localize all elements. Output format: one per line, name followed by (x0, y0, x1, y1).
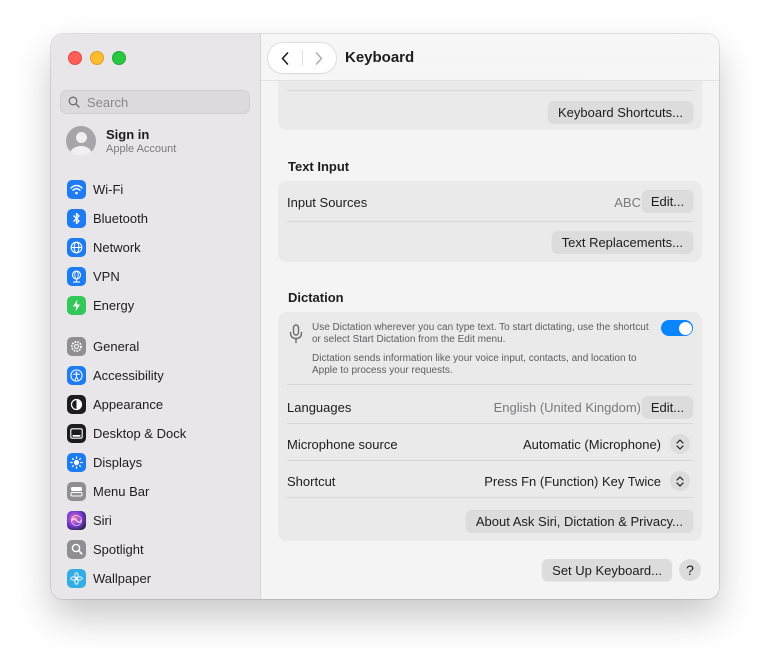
sidebar-item-label: Appearance (93, 396, 164, 412)
window-title: Keyboard (345, 49, 415, 66)
gear-icon (67, 336, 86, 356)
sidebar-item-label: Siri (93, 512, 112, 528)
shortcut-value[interactable]: Press Fn (Function) Key Twice (484, 474, 661, 489)
sun-icon (67, 452, 86, 472)
divider (287, 384, 693, 385)
sidebar-item-bluetooth[interactable]: Bluetooth (61, 205, 251, 231)
dictation-description-line1: Use Dictation wherever you can type text… (312, 322, 649, 333)
magnifier-icon (67, 539, 86, 559)
text-input-card: Input Sources ABC Edit... Text Replaceme… (278, 181, 702, 262)
text-replacements-button[interactable]: Text Replacements... (551, 231, 693, 253)
microphone-source-label: Microphone source (287, 437, 398, 452)
back-button[interactable] (268, 43, 302, 73)
dictation-description-line2: or select Start Dictation from the Edit … (312, 334, 506, 345)
wifi-icon (67, 179, 86, 199)
divider (287, 221, 693, 222)
sidebar-item-label: Menu Bar (93, 483, 150, 499)
sidebar-item-label: Accessibility (93, 367, 164, 383)
microphone-icon (289, 324, 303, 344)
bolt-icon (67, 295, 86, 315)
languages-label: Languages (287, 400, 352, 415)
text-input-heading: Text Input (288, 159, 350, 174)
sidebar-item-siri[interactable]: Siri (61, 507, 251, 533)
menu-bar-icon (67, 481, 86, 501)
up-down-chevron-icon (676, 475, 684, 487)
close-button[interactable] (68, 51, 82, 65)
sidebar-item-menu-bar[interactable]: Menu Bar (61, 478, 251, 504)
sidebar-item-wifi[interactable]: Wi-Fi (61, 176, 251, 202)
chevron-left-icon (281, 51, 289, 65)
languages-edit-button[interactable]: Edit... (642, 396, 693, 418)
keyboard-shortcuts-button[interactable]: Keyboard Shortcuts... (547, 101, 693, 123)
search-icon (68, 96, 80, 108)
languages-value: English (United Kingdom) (493, 400, 641, 415)
bluetooth-icon (67, 208, 86, 228)
sidebar-item-displays[interactable]: Displays (61, 449, 251, 475)
account-name: Sign in (106, 127, 150, 142)
sidebar-item-wallpaper[interactable]: Wallpaper (61, 565, 251, 591)
set-up-keyboard-button[interactable]: Set Up Keyboard... (542, 559, 672, 581)
dock-icon (67, 423, 86, 443)
sidebar-item-appearance[interactable]: Appearance (61, 391, 251, 417)
sidebar-item-network[interactable]: Network (61, 234, 251, 260)
sidebar-item-label: General (93, 338, 140, 354)
sidebar-item-general[interactable]: General (61, 333, 251, 359)
shortcut-label: Shortcut (287, 474, 336, 489)
divider (287, 497, 693, 498)
dictation-heading: Dictation (288, 290, 344, 305)
siri-icon (67, 510, 86, 530)
help-button[interactable]: ? (679, 559, 701, 581)
microphone-source-stepper[interactable] (670, 434, 690, 454)
divider (287, 460, 693, 461)
flower-icon (67, 568, 86, 588)
dictation-privacy-line1: Dictation sends information like your vo… (312, 353, 637, 364)
sidebar-item-label: Bluetooth (93, 210, 148, 226)
dictation-toggle[interactable] (661, 320, 693, 336)
sidebar-item-label: Desktop & Dock (93, 425, 187, 441)
appearance-icon (67, 394, 86, 414)
history-nav (268, 43, 336, 73)
main-pane: ━━━━━━━━━━━━━━━━━━━━━━━━━━━━━━━━━━━━━━━━… (261, 34, 719, 599)
divider (287, 423, 693, 424)
divider (287, 90, 693, 91)
up-down-chevron-icon (676, 438, 684, 450)
search-input[interactable] (85, 93, 239, 111)
sidebar-item-desktop-dock[interactable]: Desktop & Dock (61, 420, 251, 446)
dictation-card: Use Dictation wherever you can type text… (278, 312, 702, 541)
zoom-button[interactable] (112, 51, 126, 65)
globe-icon (67, 237, 86, 257)
sidebar-item-vpn[interactable]: VPN (61, 263, 251, 289)
sidebar-item-label: Displays (93, 454, 143, 470)
microphone-source-value[interactable]: Automatic (Microphone) (523, 437, 661, 452)
input-sources-label: Input Sources (287, 195, 368, 210)
shortcut-stepper[interactable] (670, 471, 690, 491)
vpn-icon (67, 266, 86, 286)
dictation-privacy-line2: Apple to process your requests. (312, 365, 453, 376)
sidebar-item-label: Energy (93, 297, 135, 313)
account-subtitle: Apple Account (106, 143, 177, 155)
sidebar-item-label: Spotlight (93, 541, 144, 557)
chevron-right-icon (315, 51, 323, 65)
forward-button[interactable] (302, 43, 336, 73)
minimize-button[interactable] (90, 51, 104, 65)
accessibility-icon (67, 365, 86, 385)
sidebar-item-label: Wallpaper (93, 570, 152, 586)
sidebar-item-label: VPN (93, 268, 120, 284)
window-controls (68, 51, 126, 65)
about-siri-dictation-privacy-button[interactable]: About Ask Siri, Dictation & Privacy... (465, 510, 693, 532)
sidebar: Sign in Apple Account Wi-Fi Bluetooth (51, 34, 261, 599)
sidebar-item-label: Wi-Fi (93, 181, 124, 197)
search-field[interactable] (60, 90, 250, 114)
account-signin[interactable]: Sign in Apple Account (66, 126, 176, 156)
sidebar-item-spotlight[interactable]: Spotlight (61, 536, 251, 562)
input-sources-edit-button[interactable]: Edit... (642, 190, 693, 212)
titlebar: Keyboard (261, 34, 719, 81)
sidebar-item-label: Network (93, 239, 141, 255)
sidebar-item-energy[interactable]: Energy (61, 292, 251, 318)
input-sources-value: ABC (614, 195, 641, 210)
sidebar-item-accessibility[interactable]: Accessibility (61, 362, 251, 388)
avatar (66, 126, 96, 156)
settings-window: Sign in Apple Account Wi-Fi Bluetooth (51, 34, 719, 599)
